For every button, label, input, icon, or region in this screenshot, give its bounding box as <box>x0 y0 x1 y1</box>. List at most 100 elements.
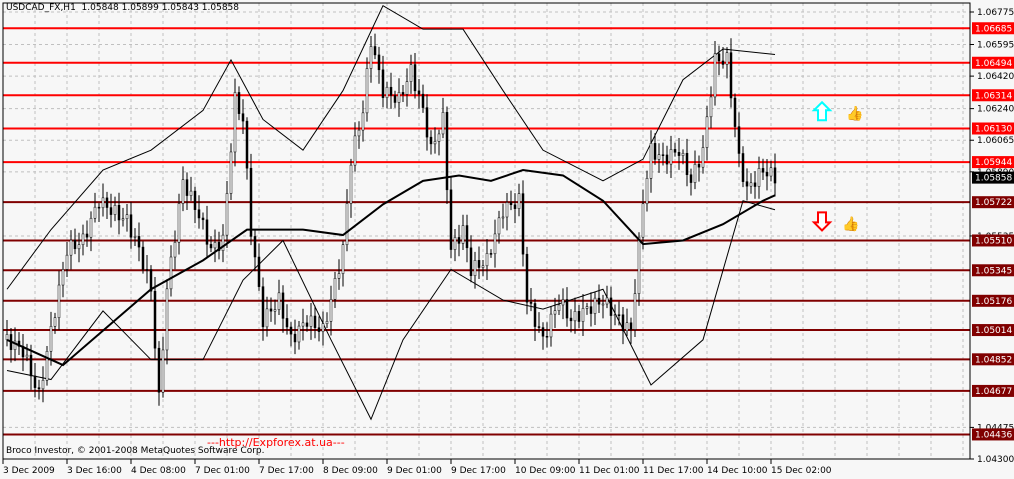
candle-body <box>729 52 733 99</box>
candle-body <box>569 317 573 322</box>
candle-body <box>153 290 157 349</box>
candle-body <box>221 234 225 251</box>
level-price-label: 1.06685 <box>975 24 1012 34</box>
candle-body <box>273 309 277 312</box>
candle-body <box>245 120 249 169</box>
candle-body <box>453 237 457 250</box>
candle-body <box>625 322 629 332</box>
moving-average <box>6 169 776 367</box>
candle-body <box>661 154 665 156</box>
candle-body <box>257 256 261 287</box>
x-tick-label: 3 Dec 16:00 <box>67 466 122 476</box>
candle-body <box>505 202 509 218</box>
candle-body <box>29 354 33 377</box>
candle-body <box>165 288 169 351</box>
candle-body <box>197 209 201 219</box>
x-tick-label: 9 Dec 01:00 <box>387 466 442 476</box>
y-tick-label: 1.06240 <box>977 105 1014 115</box>
x-tick-label: 14 Dec 10:00 <box>707 466 768 476</box>
candle-body <box>665 154 669 165</box>
candle-body <box>461 225 465 244</box>
candle-body <box>173 242 177 258</box>
price-chart[interactable]: 👍👍 1.067751.065951.064201.062401.060651.… <box>0 0 1014 479</box>
moving-average-line <box>6 169 776 367</box>
candle-body <box>37 387 41 390</box>
candle-body <box>81 233 85 245</box>
candle-body <box>181 179 185 204</box>
candle-body <box>521 193 525 255</box>
candle-body <box>773 167 777 184</box>
candle-body <box>45 350 49 381</box>
candle-body <box>705 116 709 148</box>
candle-body <box>233 92 237 153</box>
x-tick-label: 11 Dec 01:00 <box>579 466 640 476</box>
candle-body <box>485 253 489 267</box>
candle-body <box>673 149 677 153</box>
candle-body <box>397 92 401 103</box>
candle-body <box>653 143 657 160</box>
candle-body <box>321 323 325 332</box>
candle-body <box>597 297 601 305</box>
candle-body <box>185 179 189 196</box>
candle-body <box>481 265 485 268</box>
candle-body <box>657 154 661 160</box>
candle-body <box>97 206 101 209</box>
thumbs-up-icon: 👍 <box>842 215 859 232</box>
candle-body <box>109 207 113 215</box>
candle-body <box>681 152 685 156</box>
candle-body <box>749 182 753 187</box>
candle-body <box>533 303 537 327</box>
candle-body <box>441 112 445 135</box>
candle-body <box>261 286 265 328</box>
candle-body <box>265 308 269 328</box>
candle-body <box>581 308 585 322</box>
candle-body <box>313 315 317 328</box>
candle-body <box>737 126 741 154</box>
candle-body <box>333 278 337 300</box>
candle-body <box>693 164 697 183</box>
level-price-label: 1.05345 <box>975 266 1012 276</box>
candle-body <box>381 69 385 98</box>
candle-body <box>645 178 649 205</box>
candle-body <box>501 216 505 219</box>
candle-body <box>301 322 305 327</box>
candle-body <box>677 152 681 156</box>
y-tick-label: 1.06420 <box>977 72 1014 82</box>
candle-body <box>49 326 53 352</box>
candle-body <box>717 53 721 62</box>
candle-body <box>141 246 145 270</box>
candle-body <box>745 181 749 187</box>
level-price-label: 1.04436 <box>975 430 1012 440</box>
candle-body <box>129 214 133 238</box>
x-tick-label: 7 Dec 01:00 <box>195 466 250 476</box>
candle-body <box>377 54 381 71</box>
candle-body <box>425 107 429 138</box>
level-price-label: 1.05722 <box>975 198 1012 208</box>
candle-body <box>105 197 109 208</box>
candle-body <box>465 225 469 249</box>
candle-body <box>605 297 609 305</box>
candle-body <box>421 93 425 108</box>
candle-body <box>409 64 413 82</box>
candle-body <box>145 269 149 271</box>
candle-body <box>161 349 165 393</box>
x-tick-label: 15 Dec 02:00 <box>771 466 832 476</box>
level-price-label: 1.06314 <box>975 91 1012 101</box>
up-arrow-icon <box>811 100 833 122</box>
upper-band <box>6 4 776 290</box>
candle-body <box>93 206 97 219</box>
candle-body <box>509 202 513 206</box>
level-price-label: 1.06494 <box>975 59 1012 69</box>
candle-body <box>405 81 409 95</box>
candle-body <box>389 86 393 96</box>
candle-body <box>697 164 701 168</box>
x-tick-label: 10 Dec 09:00 <box>515 466 576 476</box>
candle-body <box>609 297 613 316</box>
candle-body <box>345 203 349 245</box>
x-tick-label: 11 Dec 17:00 <box>643 466 704 476</box>
candle-body <box>565 299 569 319</box>
candle-body <box>225 193 229 236</box>
candle-body <box>617 314 621 316</box>
candle-body <box>633 293 637 330</box>
candle-body <box>209 244 213 249</box>
